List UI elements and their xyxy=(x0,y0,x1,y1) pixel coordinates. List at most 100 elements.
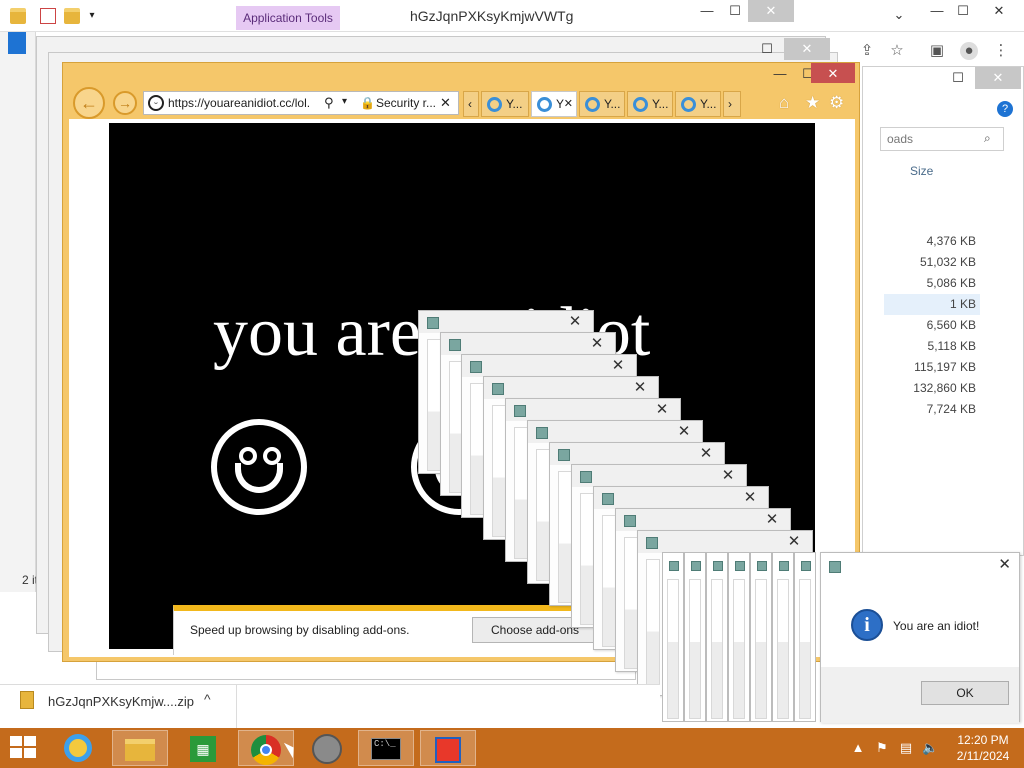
tab[interactable]: Y... xyxy=(675,91,721,117)
dropdown-arrow-icon[interactable]: ▾ xyxy=(342,96,347,107)
volume-muted-icon[interactable]: 🔈 xyxy=(922,740,938,756)
url-text[interactable]: https://youareanidiot.cc/lol. xyxy=(168,96,310,110)
divider xyxy=(236,684,237,728)
close-button[interactable]: ✕ xyxy=(811,63,855,83)
popup-window[interactable] xyxy=(794,552,816,722)
star-icon[interactable]: ☆ xyxy=(888,42,906,60)
popup-window[interactable] xyxy=(772,552,794,722)
close-button[interactable]: ✕ xyxy=(782,532,806,552)
taskbar-chrome[interactable] xyxy=(238,730,294,766)
clock-time[interactable]: 12:20 PM xyxy=(950,733,1016,747)
taskbar-compass-app[interactable] xyxy=(300,730,356,766)
download-item[interactable]: hGzJqnPXKsyKmjw....zip xyxy=(48,694,194,709)
side-panel-icon[interactable]: ▣ xyxy=(928,42,946,60)
popup-window[interactable] xyxy=(728,552,750,722)
app-icon xyxy=(536,427,548,439)
close-button[interactable]: ✕ xyxy=(585,334,609,354)
tab-scroll-left[interactable]: ‹ xyxy=(463,91,479,117)
app-icon xyxy=(646,537,658,549)
ie-logo-icon xyxy=(585,97,600,112)
file-size[interactable]: 1 KB xyxy=(884,294,980,315)
more-menu-icon[interactable]: ⋮ xyxy=(992,42,1010,60)
close-button[interactable]: ✕ xyxy=(672,422,696,442)
taskbar-store[interactable]: ▦ xyxy=(176,730,232,766)
app-icon xyxy=(713,561,723,571)
close-button[interactable]: ✕ xyxy=(784,38,830,60)
show-hidden-icons[interactable]: ▲ xyxy=(850,740,866,756)
tab[interactable]: Y... xyxy=(627,91,673,117)
file-size: 51,032 KB xyxy=(919,255,976,269)
home-icon[interactable]: ⌂ xyxy=(779,93,789,113)
addons-message: Speed up browsing by disabling add-ons. xyxy=(190,623,410,637)
addons-notification-bar: Speed up browsing by disabling add-ons. … xyxy=(173,605,603,655)
app-icon xyxy=(580,471,592,483)
settings-gear-icon[interactable]: ⚙ xyxy=(829,93,844,113)
taskbar-command-prompt[interactable]: C:\_ xyxy=(358,730,414,766)
forward-arrow-icon[interactable]: → xyxy=(113,91,137,115)
tab-label: Y... xyxy=(652,97,669,111)
close-button[interactable]: ✕ xyxy=(998,555,1011,573)
close-button[interactable]: ✕ xyxy=(760,510,784,530)
close-button[interactable]: ✕ xyxy=(563,312,587,332)
app-icon xyxy=(669,561,679,571)
tab-active[interactable]: Y ✕ xyxy=(531,91,577,117)
popup-window[interactable] xyxy=(662,552,684,722)
file-size: 6,560 KB xyxy=(926,318,976,332)
popup-window[interactable] xyxy=(750,552,772,722)
new-folder-icon[interactable] xyxy=(64,8,80,24)
dialog-titlebar: ✕ xyxy=(821,553,1019,579)
close-button[interactable]: ✕ xyxy=(975,67,1021,89)
windows-start-icon[interactable] xyxy=(10,736,38,760)
security-report-text[interactable]: Security r... xyxy=(376,96,436,110)
close-button[interactable]: ✕ xyxy=(694,444,718,464)
close-button[interactable]: ✕ xyxy=(650,400,674,420)
application-tools-tab[interactable]: Application Tools xyxy=(236,6,340,30)
customize-qat-icon[interactable]: ▾ xyxy=(84,8,100,24)
selection-marker xyxy=(8,32,26,54)
network-icon[interactable]: ▤ xyxy=(898,740,914,756)
address-bar[interactable]: ᵕ https://youareanidiot.cc/lol. ⚲ ▾ 🔒 Se… xyxy=(143,91,459,115)
tab[interactable]: Y... xyxy=(481,91,529,117)
properties-icon[interactable] xyxy=(40,8,56,24)
close-button[interactable]: ✕ xyxy=(628,378,652,398)
taskbar-app[interactable] xyxy=(420,730,476,766)
popup-window[interactable] xyxy=(706,552,728,722)
back-arrow-icon[interactable]: ← xyxy=(73,87,105,119)
download-shelf: hGzJqnPXKsyKmjw....zip ^ xyxy=(0,684,660,728)
command-prompt-icon: C:\_ xyxy=(371,738,401,760)
window-title: hGzJqnPXKsyKmjwVWTg xyxy=(410,8,574,24)
favorites-star-icon[interactable]: ★ xyxy=(805,93,820,113)
taskbar-file-explorer[interactable] xyxy=(112,730,168,766)
close-button[interactable]: ✕ xyxy=(748,0,794,22)
close-button[interactable]: ✕ xyxy=(716,466,740,486)
profile-avatar-icon[interactable]: ● xyxy=(960,42,978,60)
share-icon[interactable]: ⇪ xyxy=(858,42,876,60)
file-size: 132,860 KB xyxy=(913,381,976,395)
tab-scroll-right[interactable]: › xyxy=(723,91,741,117)
tab-close-icon[interactable]: ✕ xyxy=(564,92,573,116)
app-icon xyxy=(779,561,789,571)
stop-icon[interactable]: ✕ xyxy=(440,95,451,111)
file-size: 7,724 KB xyxy=(926,402,976,416)
popup-window[interactable] xyxy=(684,552,706,722)
help-icon[interactable]: ? xyxy=(997,101,1013,117)
ok-button[interactable]: OK xyxy=(921,681,1009,705)
app-icon xyxy=(624,515,636,527)
close-button[interactable]: ✕ xyxy=(976,0,1022,22)
close-button[interactable]: ✕ xyxy=(738,488,762,508)
ie-logo-icon xyxy=(487,97,502,112)
size-column-header[interactable]: Size xyxy=(910,164,933,178)
tab[interactable]: Y... xyxy=(579,91,625,117)
taskbar-ie[interactable] xyxy=(52,730,108,766)
close-button[interactable]: ✕ xyxy=(606,356,630,376)
app-icon xyxy=(470,361,482,373)
file-size: 5,118 KB xyxy=(927,339,976,353)
chevron-up-icon[interactable]: ^ xyxy=(204,691,211,707)
clock-date[interactable]: 2/11/2024 xyxy=(950,749,1016,763)
app-icon xyxy=(514,405,526,417)
ie-logo-icon xyxy=(681,97,696,112)
search-icon[interactable]: ⚲ xyxy=(324,95,334,111)
action-center-flag-icon[interactable]: ⚑ xyxy=(874,740,890,756)
search-icon[interactable]: ⌕ xyxy=(984,131,991,146)
lock-icon[interactable]: 🔒 xyxy=(360,96,375,110)
